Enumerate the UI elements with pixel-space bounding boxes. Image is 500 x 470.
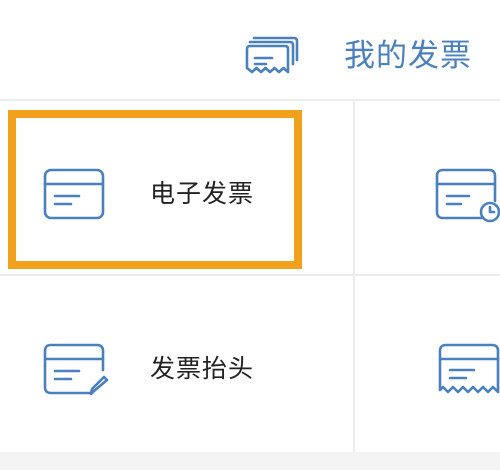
invoice-clock-icon (435, 168, 500, 223)
invoice-card-icon (43, 168, 105, 220)
bottom-divider (0, 452, 500, 470)
invoice-screen: 我的发票 电子发票 发票抬头 (0, 0, 500, 470)
invoice-stack-icon (245, 36, 299, 74)
grid-item-invoice-history[interactable] (355, 101, 500, 274)
page-title: 我的发票 (344, 38, 472, 74)
header: 我的发票 (0, 0, 500, 100)
grid-item-invoice-title[interactable]: 发票抬头 (0, 276, 353, 452)
grid-item-label: 发票抬头 (150, 354, 255, 383)
grid-item-label: 电子发票 (150, 179, 255, 208)
grid-item-e-invoice[interactable]: 电子发票 (0, 101, 353, 274)
grid-item-receipt[interactable] (355, 276, 500, 452)
receipt-icon (438, 343, 500, 394)
invoice-edit-icon (43, 343, 109, 396)
